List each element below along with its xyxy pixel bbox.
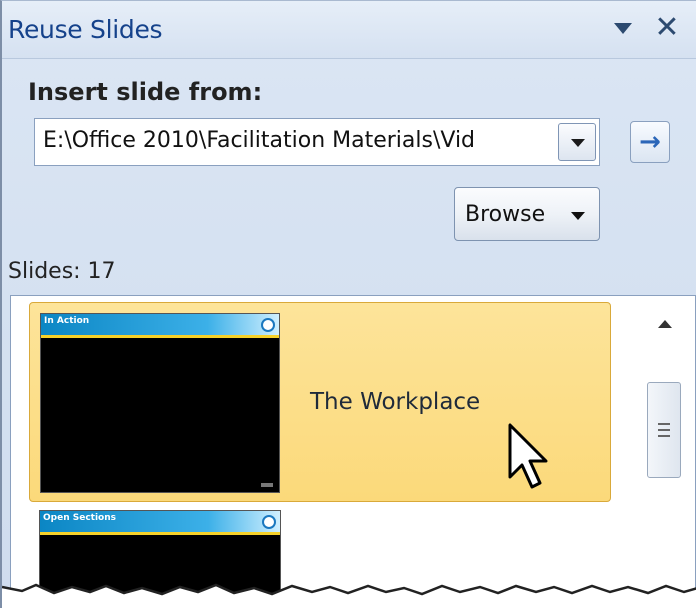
- vertical-scrollbar[interactable]: [641, 296, 689, 608]
- insert-from-path-combobox[interactable]: E:\Office 2010\Facilitation Materials\Vi…: [34, 118, 600, 166]
- thumbnail-header: In Action: [41, 314, 279, 338]
- pane-title: Reuse Slides: [8, 15, 163, 44]
- thumbnail-header-text: In Action: [44, 316, 90, 326]
- thumbnail-logo-icon: [262, 515, 276, 529]
- thumbnail-header: Open Sections: [40, 511, 280, 535]
- scroll-thumb[interactable]: [647, 382, 681, 478]
- slide-name: The Workplace: [310, 389, 481, 415]
- chevron-down-icon: [571, 212, 585, 220]
- slides-list[interactable]: In Action The Workplace Open Sections: [10, 295, 696, 608]
- insert-slide-from-label: Insert slide from:: [28, 78, 263, 106]
- pane-menu-dropdown-icon[interactable]: [614, 23, 632, 34]
- reuse-slides-pane: Reuse Slides ✕ Insert slide from: E:\Off…: [0, 0, 696, 608]
- thumbnail-footer-mark: [261, 483, 273, 487]
- torn-paper-edge: [2, 583, 696, 608]
- slide-thumbnail: In Action: [40, 313, 280, 493]
- thumbnail-header-text: Open Sections: [43, 513, 116, 523]
- mouse-pointer-icon: [508, 423, 548, 489]
- pane-title-bar: Reuse Slides ✕: [2, 1, 696, 59]
- thumbnail-logo-icon: [261, 318, 275, 332]
- browse-button-label: Browse: [465, 202, 546, 227]
- path-input[interactable]: E:\Office 2010\Facilitation Materials\Vi…: [43, 128, 555, 153]
- slides-count-label: Slides: 17: [8, 259, 116, 284]
- chevron-down-icon[interactable]: [558, 123, 596, 161]
- go-arrow-button[interactable]: →: [630, 121, 670, 163]
- scroll-up-button[interactable]: [641, 306, 689, 342]
- close-icon[interactable]: ✕: [650, 11, 684, 45]
- browse-button[interactable]: Browse: [454, 187, 600, 241]
- grip-icon: [658, 423, 670, 437]
- arrow-right-icon: →: [639, 127, 661, 157]
